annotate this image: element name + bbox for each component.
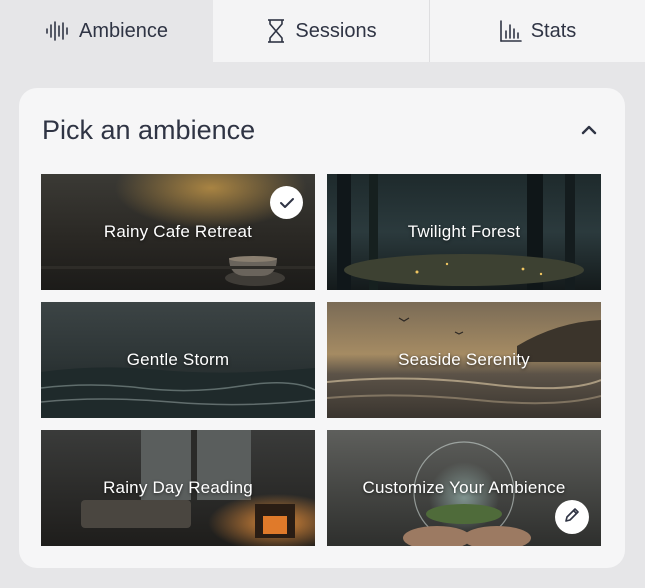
tab-bar: Ambience Sessions Stats: [0, 0, 645, 62]
ambience-label: Gentle Storm: [126, 350, 230, 369]
collapse-button[interactable]: [575, 120, 603, 144]
ambience-tile-rainy-day-reading[interactable]: Rainy Day Reading: [41, 430, 315, 546]
selected-check-icon: [270, 186, 303, 219]
ambience-tile-seaside-serenity[interactable]: Seaside Serenity: [327, 302, 601, 418]
ambience-tile-twilight-forest[interactable]: Twilight Forest: [327, 174, 601, 290]
ambience-tile-customize[interactable]: Customize Your Ambience: [327, 430, 601, 546]
ambience-tile-rainy-cafe-retreat[interactable]: Rainy Cafe Retreat: [41, 174, 315, 290]
tab-stats-label: Stats: [530, 19, 577, 42]
ambience-label: Rainy Cafe Retreat: [103, 222, 253, 241]
bar-chart-icon: [499, 19, 523, 43]
panel-title: Pick an ambience: [42, 115, 256, 145]
tab-sessions-label: Sessions: [295, 19, 377, 42]
ambience-tile-gentle-storm[interactable]: Gentle Storm: [41, 302, 315, 418]
ambience-label: Rainy Day Reading: [103, 478, 253, 497]
ambience-label: Seaside Serenity: [398, 350, 530, 369]
tab-ambience[interactable]: Ambience: [0, 0, 213, 62]
tab-sessions[interactable]: Sessions: [213, 0, 430, 62]
pencil-icon: [563, 506, 581, 529]
ambience-panel: Pick an ambience Rainy Cafe Retreat Twil…: [19, 88, 625, 568]
hourglass-icon: [265, 18, 287, 44]
waveform-icon: [45, 20, 71, 42]
ambience-label: Customize Your Ambience: [362, 478, 566, 497]
ambience-label: Twilight Forest: [407, 222, 521, 241]
tab-stats[interactable]: Stats: [430, 0, 645, 62]
edit-button[interactable]: [555, 500, 589, 534]
chevron-up-icon: [580, 123, 598, 141]
tab-ambience-label: Ambience: [79, 19, 168, 42]
